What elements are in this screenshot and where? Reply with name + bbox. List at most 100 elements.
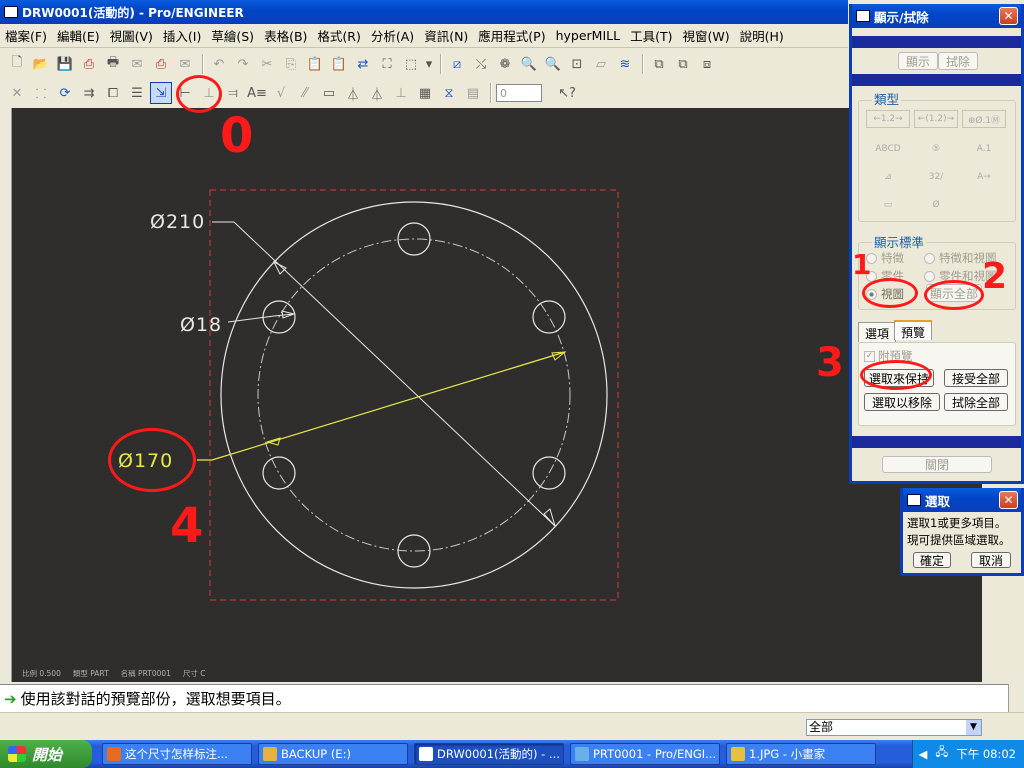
open-folder-icon[interactable]: 📂 <box>30 53 52 75</box>
message-scrollbar[interactable] <box>1008 684 1024 712</box>
menu-analysis[interactable]: 分析(A) <box>366 26 419 45</box>
zoom-out-icon[interactable]: 🔍 <box>542 53 564 75</box>
clock[interactable]: 下午 08:02 <box>956 746 1016 762</box>
refresh-icon[interactable]: ⟳ <box>54 82 76 104</box>
chevron-down-icon[interactable]: ▼ <box>966 720 981 735</box>
repeat-region-icon[interactable]: ▤ <box>462 82 484 104</box>
type-balloon-icon[interactable]: ⑤ <box>914 140 958 158</box>
insert-table-icon[interactable]: ▦ <box>414 82 436 104</box>
type-datum-target-icon[interactable]: Ø <box>914 196 958 214</box>
table-icon[interactable]: ☰ <box>126 82 148 104</box>
refit-icon[interactable]: ⊡ <box>566 53 588 75</box>
tab-preview[interactable]: 預覽 <box>894 320 933 340</box>
dim-line-icon[interactable]: ⸬ <box>30 82 52 104</box>
menu-sketch[interactable]: 草繪(S) <box>206 26 259 45</box>
send-mail-icon[interactable]: ✉ <box>126 53 148 75</box>
print-icon[interactable]: 🖶 <box>102 53 124 75</box>
dim-outer-diameter[interactable]: Ø210 <box>150 211 205 233</box>
find-icon[interactable]: ⛶ <box>376 53 398 75</box>
close-button[interactable]: 關閉 <box>882 456 992 473</box>
surface-finish-icon[interactable]: √ <box>270 82 292 104</box>
tray-arrow-icon[interactable]: ◀ <box>919 747 928 761</box>
menu-edit[interactable]: 編輯(E) <box>52 26 105 45</box>
type-dimension-icon[interactable]: ←1.2→ <box>866 110 910 128</box>
hidden-line-icon[interactable]: ⧉ <box>672 53 694 75</box>
pdf-export-icon[interactable]: ⎙ <box>78 53 100 75</box>
view-icon[interactable]: ⧠ <box>102 82 124 104</box>
close-icon[interactable]: ✕ <box>999 491 1018 509</box>
baseline-dim-icon[interactable]: ⫤ <box>222 82 244 104</box>
note-icon[interactable]: A≡ <box>246 82 268 104</box>
left-collapsed-pane[interactable] <box>0 108 12 682</box>
menu-help[interactable]: 說明(H) <box>735 26 789 45</box>
orient-icon[interactable]: ❁ <box>494 53 516 75</box>
show-button[interactable]: 顯示 <box>898 52 938 70</box>
pdf-print-icon[interactable]: ⎙ <box>150 53 172 75</box>
task-prt0001[interactable]: PRT0001 - Pro/ENGI... <box>570 743 720 765</box>
menu-window[interactable]: 視窗(W) <box>677 26 734 45</box>
gtol-icon[interactable]: ▭ <box>318 82 340 104</box>
type-axis-icon[interactable]: A.1 <box>962 140 1006 158</box>
move-view-icon[interactable]: ⇉ <box>78 82 100 104</box>
show-erase-icon[interactable]: ⇲ <box>150 82 172 104</box>
symbol-icon[interactable]: ⊥ <box>390 82 412 104</box>
redo-icon[interactable]: ↷ <box>232 53 254 75</box>
selection-box-icon[interactable]: ⬚ <box>400 53 422 75</box>
layers-icon[interactable]: ≋ <box>614 53 636 75</box>
tab-options[interactable]: 選項 <box>858 322 897 342</box>
no-hidden-icon[interactable]: ⧈ <box>696 53 718 75</box>
copy-icon[interactable]: ⎘ <box>280 53 302 75</box>
spin-center-icon[interactable]: ⤯ <box>470 53 492 75</box>
menu-table[interactable]: 表格(B) <box>259 26 312 45</box>
network-icon[interactable]: 🖧 <box>935 745 948 764</box>
update-table-icon[interactable]: ⧖ <box>438 82 460 104</box>
chevron-down-icon[interactable]: ▾ <box>424 53 434 75</box>
undo-icon[interactable]: ↶ <box>208 53 230 75</box>
start-button[interactable]: 開始 <box>0 740 92 768</box>
task-firefox[interactable]: 这个尺寸怎样标注... <box>102 743 252 765</box>
paste-icon[interactable]: 📋 <box>304 53 326 75</box>
context-help-icon[interactable]: ↖? <box>556 82 578 104</box>
mail-link-icon[interactable]: ✉ <box>174 53 196 75</box>
type-cosmetic-icon[interactable]: ▭ <box>866 196 910 214</box>
cross-icon[interactable]: ✕ <box>6 82 28 104</box>
select-to-remove-button[interactable]: 選取以移除 <box>864 393 940 411</box>
task-explorer[interactable]: BACKUP (E:) <box>258 743 408 765</box>
cancel-button[interactable]: 取消 <box>971 552 1011 568</box>
type-symbol-icon[interactable]: ⊿ <box>866 168 910 186</box>
erase-button[interactable]: 拭除 <box>938 52 978 70</box>
menu-file[interactable]: 檔案(F) <box>0 26 52 45</box>
menu-applications[interactable]: 應用程式(P) <box>473 26 550 45</box>
type-note-icon[interactable]: ABCD <box>866 140 910 158</box>
save-icon[interactable]: 💾 <box>54 53 76 75</box>
menu-info[interactable]: 資訊(N) <box>419 26 473 45</box>
ok-button[interactable]: 確定 <box>913 552 951 568</box>
menu-view[interactable]: 視圖(V) <box>105 26 158 45</box>
menu-format[interactable]: 格式(R) <box>312 26 365 45</box>
selection-filter-select[interactable]: 全部 ▼ <box>806 719 982 736</box>
menu-insert[interactable]: 插入(I) <box>158 26 206 45</box>
datum-icon[interactable]: ⏃ <box>342 82 364 104</box>
repaint-icon[interactable]: ⧄ <box>446 53 468 75</box>
dim-hole-diameter[interactable]: Ø18 <box>180 314 222 336</box>
new-file-icon[interactable]: 🗋 <box>6 53 28 75</box>
menu-tools[interactable]: 工具(T) <box>625 26 677 45</box>
datum-target-icon[interactable]: ⏃ <box>366 82 388 104</box>
erase-all-button[interactable]: 拭除全部 <box>944 393 1008 411</box>
hatch-icon[interactable]: ⁄⁄ <box>294 82 316 104</box>
type-ref-dimension-icon[interactable]: ←(1.2)→ <box>914 110 958 128</box>
type-gtol-icon[interactable]: ⊕Ø.1Ⓜ <box>962 110 1006 128</box>
saved-views-icon[interactable]: ▱ <box>590 53 612 75</box>
zoom-in-icon[interactable]: 🔍 <box>518 53 540 75</box>
value-spinner[interactable]: 0 <box>496 84 542 102</box>
type-surface-finish-icon[interactable]: 32/ <box>914 168 958 186</box>
menu-hypermill[interactable]: hyperMILL <box>551 28 625 43</box>
regenerate-icon[interactable]: ⇄ <box>352 53 374 75</box>
cut-icon[interactable]: ✂ <box>256 53 278 75</box>
close-icon[interactable]: ✕ <box>999 7 1018 25</box>
accept-all-button[interactable]: 接受全部 <box>944 369 1008 387</box>
radio-feature[interactable]: 特徵 <box>866 250 904 266</box>
wireframe-icon[interactable]: ⧉ <box>648 53 670 75</box>
task-drw0001[interactable]: DRW0001(活動的) - ... <box>414 743 564 765</box>
paste-special-icon[interactable]: 📋 <box>328 53 350 75</box>
